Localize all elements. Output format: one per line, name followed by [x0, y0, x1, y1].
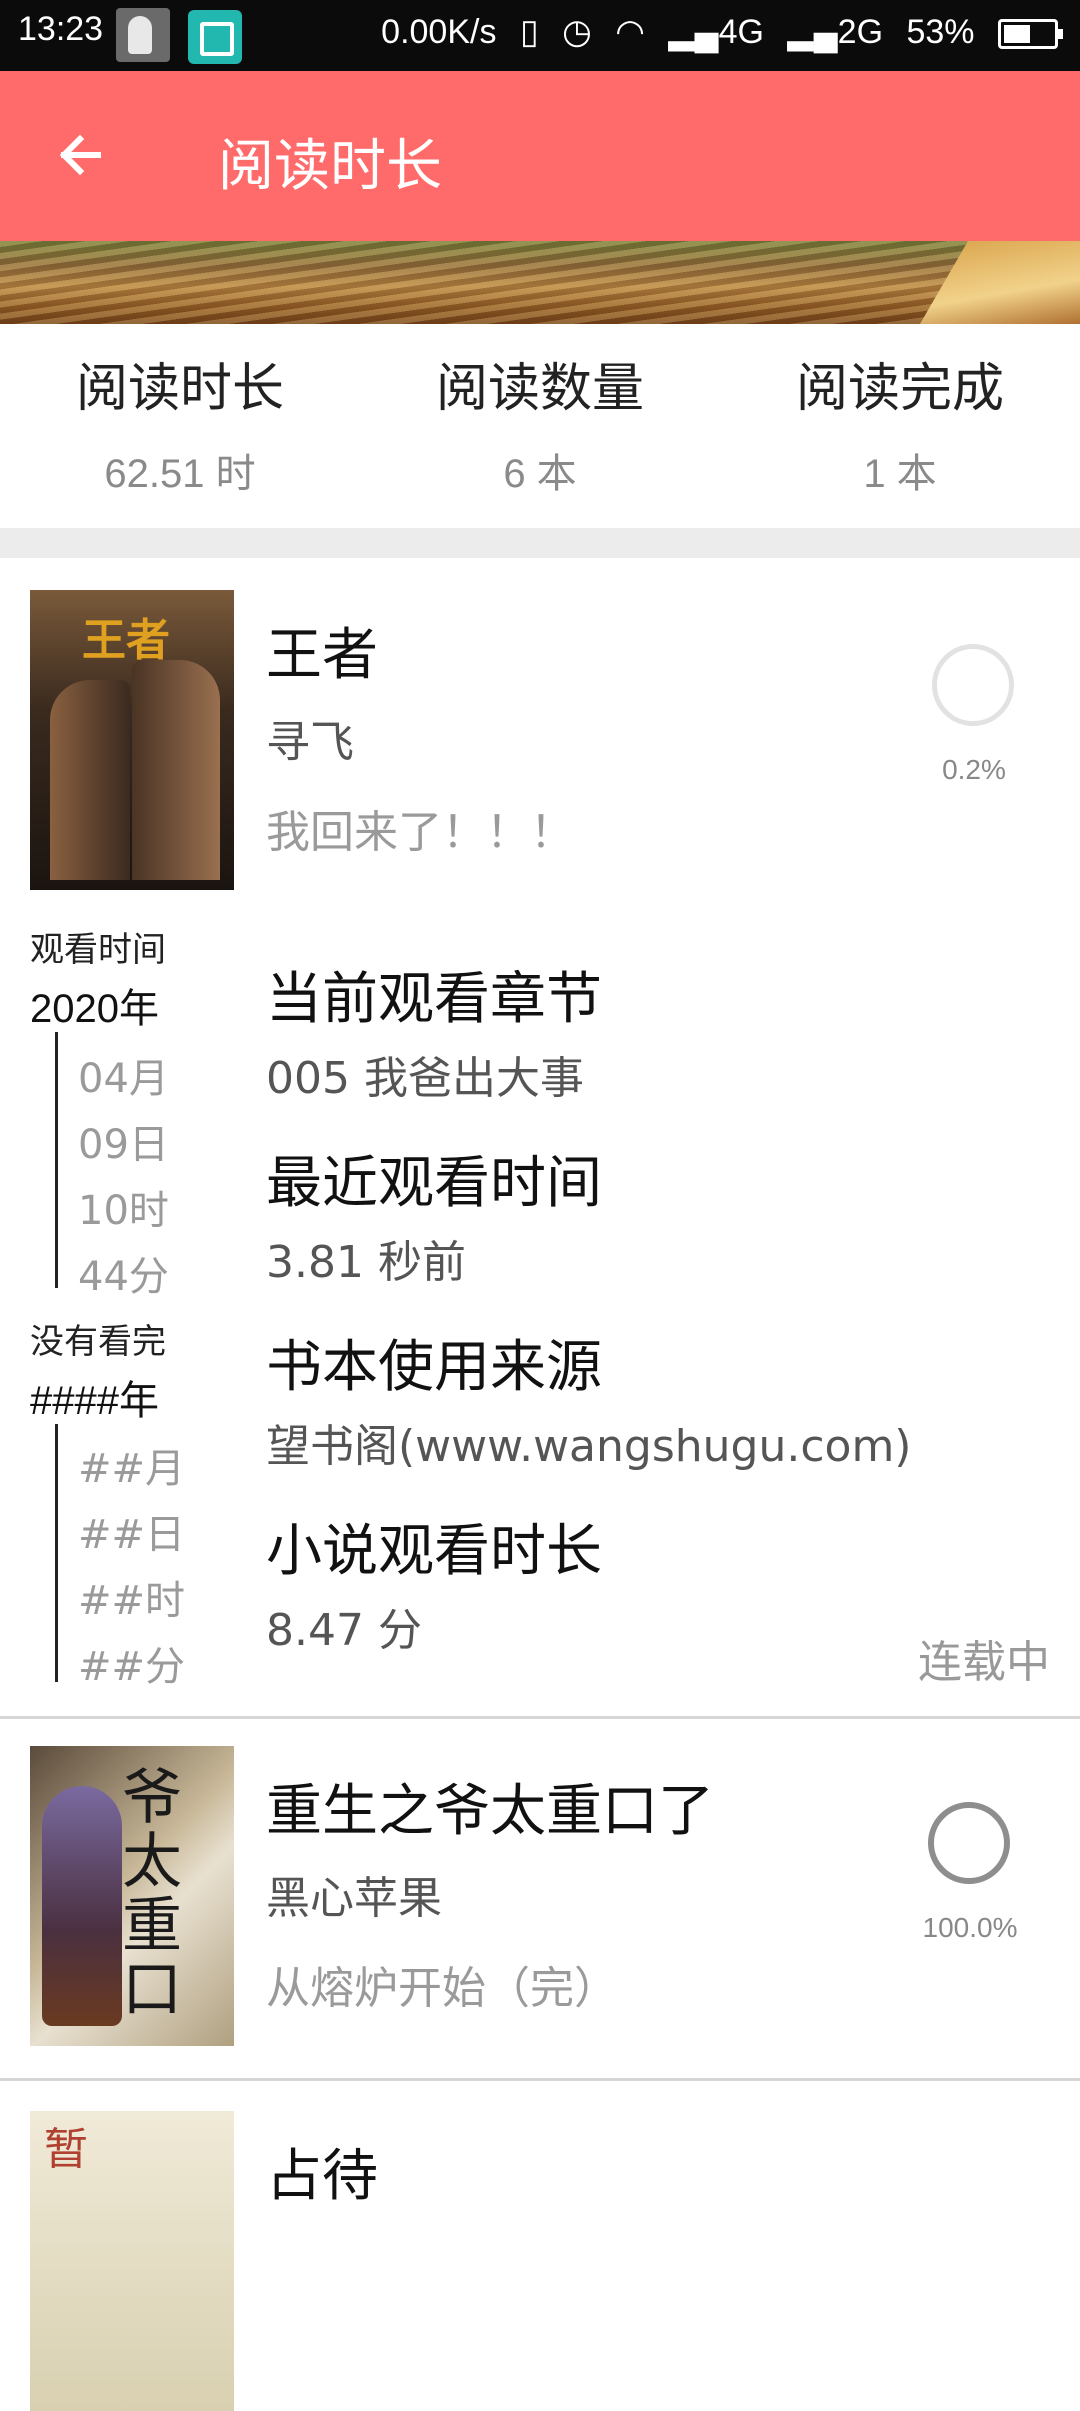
book-item-expanded[interactable]: 王者 王者 寻飞 我回来了！！！ 0.2% 观看时间 2020年 04月 09日…: [0, 558, 1080, 1719]
signal-2g: ▂▄2G: [787, 13, 884, 51]
wifi-icon: ◠: [615, 13, 645, 51]
finish-year: ####年: [30, 1379, 159, 1423]
book-cover-image: 爷太重口: [30, 1746, 234, 2046]
status-indicators: 0.00K/s ▯ ◷ ◠ ▂▄4G ▂▄2G 53%: [367, 12, 1063, 52]
cover-title: 爷太重口: [122, 1763, 182, 2025]
book-author: 黑心苹果: [266, 1873, 442, 1924]
watch-day: 09日: [78, 1122, 169, 1168]
stat-reading-finished[interactable]: 阅读完成 1 本: [720, 324, 1080, 528]
progress-percent: 0.2%: [942, 754, 1006, 785]
detail-value-source: 望书阁(www.wangshugu.com): [266, 1421, 912, 1472]
section-divider: [0, 528, 1080, 558]
timeline-line: [55, 1424, 58, 1682]
book-item[interactable]: 暂 占待: [0, 2081, 1080, 2411]
watch-hour: 10时: [78, 1188, 169, 1234]
serial-status-badge: 连载中: [918, 1637, 1050, 1688]
book-cover-image: 王者: [30, 590, 234, 890]
watch-minute: 44分: [78, 1254, 169, 1300]
stat-reading-time[interactable]: 阅读时长 62.51 时: [0, 324, 360, 528]
finish-day: ##日: [78, 1512, 186, 1558]
book-title: 重生之爷太重口了: [266, 1779, 714, 1844]
progress-ring-icon: [928, 1802, 1010, 1884]
detail-label-current-chapter: 当前观看章节: [266, 967, 602, 1032]
book-author: 寻飞: [266, 717, 354, 768]
book-item[interactable]: 爷太重口 重生之爷太重口了 黑心苹果 从熔炉开始（完） 100.0%: [0, 1716, 1080, 2081]
battery-percent: 53%: [906, 13, 975, 51]
status-time: 13:23: [18, 10, 104, 48]
finish-hour: ##时: [78, 1578, 186, 1624]
reading-stats: 阅读时长 62.51 时 阅读数量 6 本 阅读完成 1 本: [0, 324, 1080, 528]
alarm-icon: ◷: [562, 13, 592, 51]
progress-percent: 100.0%: [922, 1912, 1018, 1943]
book-title: 占待: [266, 2144, 378, 2209]
signal-4g: ▂▄4G: [668, 13, 764, 51]
watch-month: 04月: [78, 1056, 169, 1102]
stat-label: 阅读时长: [75, 359, 284, 419]
stat-value: 1 本: [863, 452, 937, 496]
status-bar: 13:23 0.00K/s ▯ ◷ ◠ ▂▄4G ▂▄2G 53%: [0, 0, 1080, 71]
battery-icon: [998, 19, 1063, 50]
finish-minute: ##分: [78, 1644, 186, 1690]
book-title: 王者: [266, 623, 378, 688]
progress-ring-icon: [932, 644, 1014, 726]
cover-title: 王者: [82, 615, 170, 666]
watch-year: 2020年: [30, 987, 159, 1031]
stat-value: 62.51 时: [104, 452, 256, 496]
stat-label: 阅读完成: [795, 359, 1004, 419]
back-button[interactable]: [48, 119, 120, 191]
finish-month: ##月: [78, 1446, 186, 1492]
stat-value: 6 本: [503, 452, 577, 496]
vibrate-icon: ▯: [519, 13, 539, 51]
detail-value-watch-duration: 8.47 分: [266, 1605, 422, 1656]
detail-label-last-watched: 最近观看时间: [266, 1151, 602, 1216]
screenshot-scan-icon: [188, 10, 242, 64]
stat-label: 阅读数量: [435, 359, 644, 419]
network-speed: 0.00K/s: [381, 13, 497, 51]
detail-value-current-chapter: 005 我爸出大事: [266, 1053, 584, 1104]
page-title: 阅读时长: [218, 134, 442, 199]
detail-value-last-watched: 3.81 秒前: [266, 1237, 466, 1288]
book-latest-chapter: 我回来了！！！: [266, 807, 574, 858]
app-bar: 阅读时长: [0, 71, 1080, 241]
stat-reading-count[interactable]: 阅读数量 6 本: [360, 324, 720, 528]
detail-label-watch-duration: 小说观看时长: [266, 1519, 602, 1584]
detail-label-source: 书本使用来源: [266, 1335, 602, 1400]
cover-title: 暂: [44, 2124, 88, 2175]
arrow-left-icon: [59, 134, 101, 176]
book-cover-image: 暂: [30, 2111, 234, 2411]
finish-time-label: 没有看完: [30, 1322, 166, 1362]
timeline-line: [55, 1032, 58, 1288]
notification-thumbnail-icon: [116, 8, 170, 62]
watch-time-label: 观看时间: [30, 930, 166, 970]
header-banner-image: [0, 241, 1080, 324]
book-latest-chapter: 从熔炉开始（完）: [266, 1963, 618, 2014]
